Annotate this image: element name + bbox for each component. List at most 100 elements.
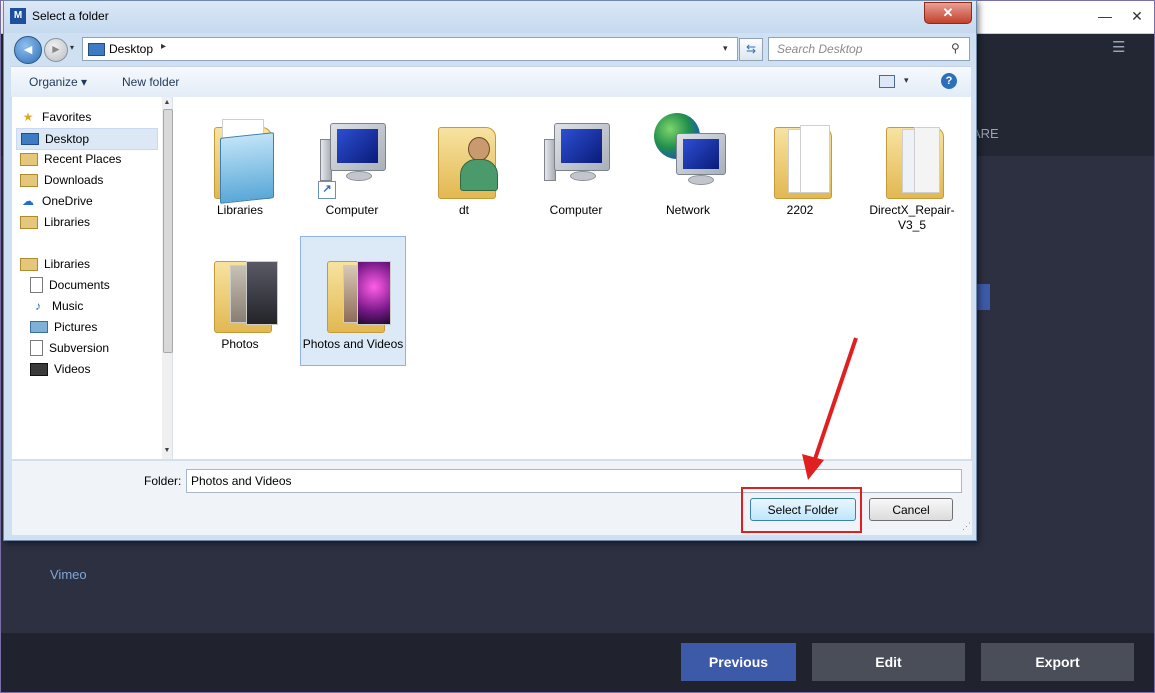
file-label: Computer: [325, 203, 379, 217]
nav-item-subversion[interactable]: Subversion: [30, 338, 170, 358]
nav-item-label: Downloads: [44, 173, 104, 187]
star-icon: ★: [22, 110, 34, 124]
export-button[interactable]: Export: [981, 643, 1134, 681]
libraries-folder-icon: [206, 109, 278, 204]
previous-button[interactable]: Previous: [681, 643, 796, 681]
file-label: Network: [665, 203, 710, 217]
sidebar-item-vimeo[interactable]: Vimeo: [50, 567, 87, 582]
chevron-right-icon[interactable]: ▸: [161, 41, 166, 52]
select-folder-dialog: M Select a folder ✕ ◄ ► ▾ Desktop ▸ ▾ ⇆ …: [3, 0, 977, 541]
minimize-icon[interactable]: —: [1095, 6, 1115, 26]
photo-folder-icon: [319, 243, 391, 335]
libraries-icon: [20, 257, 38, 271]
forward-button[interactable]: ►: [44, 38, 68, 62]
file-item-network[interactable]: Network: [636, 103, 740, 231]
file-item-2202[interactable]: 2202: [748, 103, 852, 231]
nav-item-documents[interactable]: Documents: [30, 275, 170, 295]
shortcut-arrow-icon: ↗: [318, 181, 336, 199]
user-folder-icon: [430, 109, 502, 201]
edit-button[interactable]: Edit: [812, 643, 965, 681]
file-item-computer-shortcut[interactable]: ↗ Computer: [300, 103, 404, 231]
nav-item-pictures[interactable]: Pictures: [30, 317, 170, 337]
folder-name-input[interactable]: [186, 469, 962, 493]
file-item-dt[interactable]: dt: [412, 103, 516, 231]
file-label: dt: [458, 203, 469, 217]
recent-places-icon: [20, 152, 38, 166]
nav-item-label: Libraries: [44, 215, 91, 229]
app-logo-icon: M: [10, 8, 26, 24]
folder-icon: [878, 109, 950, 201]
file-label: 2202: [786, 203, 814, 217]
nav-item-libraries[interactable]: Libraries: [20, 254, 160, 274]
menu-icon[interactable]: ☰: [1112, 38, 1128, 56]
view-dropdown-icon[interactable]: ▾: [904, 75, 909, 86]
address-location[interactable]: Desktop: [109, 42, 153, 56]
nav-item-label: Documents: [49, 278, 110, 292]
nav-item-label: OneDrive: [42, 194, 93, 208]
videos-icon: [30, 362, 48, 376]
scroll-thumb[interactable]: [163, 109, 173, 353]
documents-icon: [30, 277, 43, 293]
command-toolbar: Organize ▾ New folder ▾ ?: [11, 66, 971, 98]
address-dropdown-icon[interactable]: ▾: [723, 43, 728, 54]
nav-item-onedrive[interactable]: ☁ OneDrive: [20, 191, 160, 211]
file-item-directx-repair[interactable]: DirectX_Repair-V3_5: [860, 103, 964, 232]
file-item-photos[interactable]: Photos: [188, 237, 292, 365]
search-placeholder: Search Desktop: [777, 42, 863, 56]
close-icon[interactable]: ✕: [1127, 6, 1147, 26]
search-icon[interactable]: ⚲: [951, 41, 960, 55]
navigation-pane: ★ Favorites Desktop Recent Places Downlo…: [12, 97, 173, 459]
scroll-up-icon[interactable]: ▲: [162, 99, 172, 106]
network-icon: [654, 109, 726, 201]
history-dropdown-icon[interactable]: ▾: [70, 43, 74, 52]
file-label: Photos and Videos: [302, 337, 404, 351]
computer-icon: ↗: [318, 109, 390, 201]
dialog-close-button[interactable]: ✕: [924, 2, 972, 24]
select-folder-button[interactable]: Select Folder: [750, 498, 856, 521]
nav-item-label: Subversion: [49, 341, 110, 355]
view-options-icon[interactable]: [879, 75, 895, 88]
organize-menu[interactable]: Organize ▾: [29, 75, 87, 89]
navigation-row: ◄ ► ▾ Desktop ▸ ▾ ⇆ Search Desktop ⚲: [4, 33, 976, 65]
nav-item-label: Recent Places: [44, 152, 122, 166]
nav-item-label: Favorites: [42, 110, 92, 124]
nav-item-libraries-fav[interactable]: Libraries: [20, 212, 160, 232]
nav-item-music[interactable]: ♪ Music: [30, 296, 170, 316]
file-label: Photos: [221, 337, 259, 351]
nav-item-downloads[interactable]: Downloads: [20, 170, 160, 190]
file-item-libraries[interactable]: Libraries: [188, 103, 292, 231]
nav-item-desktop[interactable]: Desktop: [16, 128, 158, 150]
nav-item-favorites[interactable]: ★ Favorites: [20, 107, 160, 127]
address-bar[interactable]: Desktop ▸ ▾: [82, 37, 738, 61]
nav-item-recent-places[interactable]: Recent Places: [20, 149, 160, 169]
file-label: Libraries: [216, 203, 264, 217]
music-icon: ♪: [35, 299, 41, 313]
nav-item-videos[interactable]: Videos: [30, 359, 170, 379]
file-item-photos-and-videos[interactable]: Photos and Videos: [300, 236, 406, 366]
search-input[interactable]: Search Desktop ⚲: [768, 37, 970, 61]
file-label: Computer: [549, 203, 603, 217]
scroll-down-icon[interactable]: ▼: [162, 447, 172, 454]
nav-scrollbar[interactable]: ▲ ▼: [162, 97, 173, 459]
libraries-icon: [20, 215, 38, 229]
refresh-button[interactable]: ⇆: [739, 38, 763, 61]
desktop-icon: [21, 133, 39, 145]
onedrive-icon: ☁: [22, 194, 34, 208]
file-item-computer[interactable]: Computer: [524, 103, 628, 231]
nav-item-label: Music: [52, 299, 84, 313]
new-folder-button[interactable]: New folder: [122, 75, 179, 89]
file-list-pane: Libraries ↗ Computer dt Computer Network…: [173, 97, 971, 459]
computer-icon: [542, 109, 614, 201]
nav-item-label: Libraries: [44, 257, 91, 271]
cancel-button[interactable]: Cancel: [869, 498, 953, 521]
resize-grip-icon[interactable]: ⋰: [962, 521, 971, 532]
back-button[interactable]: ◄: [14, 36, 42, 64]
subversion-icon: [30, 340, 43, 356]
photo-folder-icon: [206, 243, 278, 335]
help-icon[interactable]: ?: [941, 73, 957, 89]
nav-item-label: Pictures: [54, 320, 98, 334]
dialog-footer: Folder: Select Folder Cancel ⋰: [12, 460, 972, 535]
pictures-icon: [30, 321, 48, 333]
nav-item-label: Videos: [54, 362, 91, 376]
downloads-icon: [20, 173, 38, 187]
